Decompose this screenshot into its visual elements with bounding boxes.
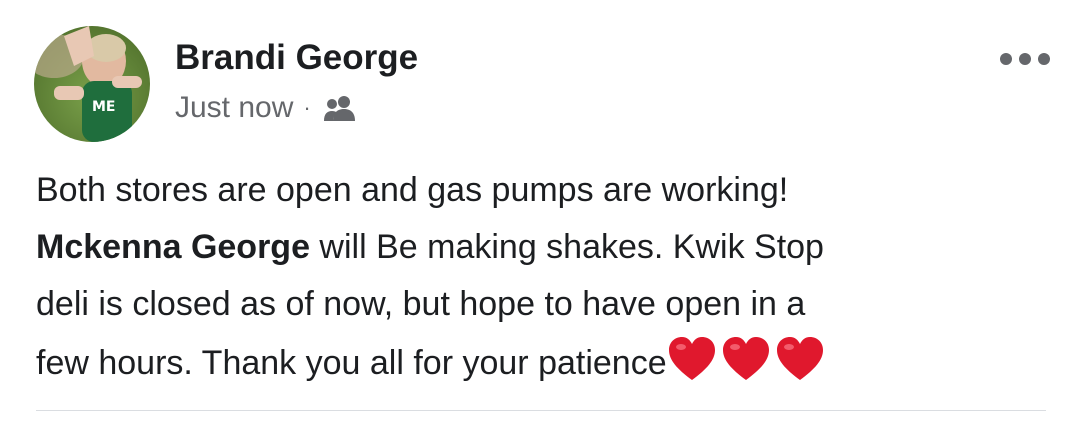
post-line-text: few hours. Thank you all for your patien… [36, 344, 667, 382]
post-line: few hours. Thank you all for your patien… [36, 335, 1046, 392]
ellipsis-icon [1000, 53, 1012, 65]
post-line: Both stores are open and gas pumps are w… [36, 171, 789, 209]
post-line-text: will Be making shakes. Kwik Stop [309, 228, 824, 266]
heart-icon [721, 336, 771, 382]
post-body: Both stores are open and gas pumps are w… [36, 162, 1046, 392]
heart-emojis [667, 336, 825, 382]
mention-link[interactable]: Mckenna George [36, 228, 310, 266]
timestamp[interactable]: Just now [175, 91, 293, 125]
avatar[interactable]: ME [34, 26, 150, 142]
ellipsis-icon-dot [1038, 53, 1050, 65]
svg-text:ME: ME [92, 99, 116, 115]
post-line: deli is closed as of now, but hope to ha… [36, 285, 806, 323]
meta-separator: · [303, 95, 311, 120]
ellipsis-icon-dot [1019, 53, 1031, 65]
post-meta: Just now · [175, 88, 357, 128]
divider [36, 410, 1046, 411]
heart-icon [667, 336, 717, 382]
friends-icon[interactable] [323, 94, 357, 122]
facebook-post: ME Brandi George Just now · Both stores … [0, 0, 1080, 422]
heart-icon [775, 336, 825, 382]
post-line: Mckenna George will Be making shakes. Kw… [36, 219, 1046, 276]
more-options-button[interactable] [1000, 44, 1050, 74]
author-name[interactable]: Brandi George [175, 38, 418, 78]
